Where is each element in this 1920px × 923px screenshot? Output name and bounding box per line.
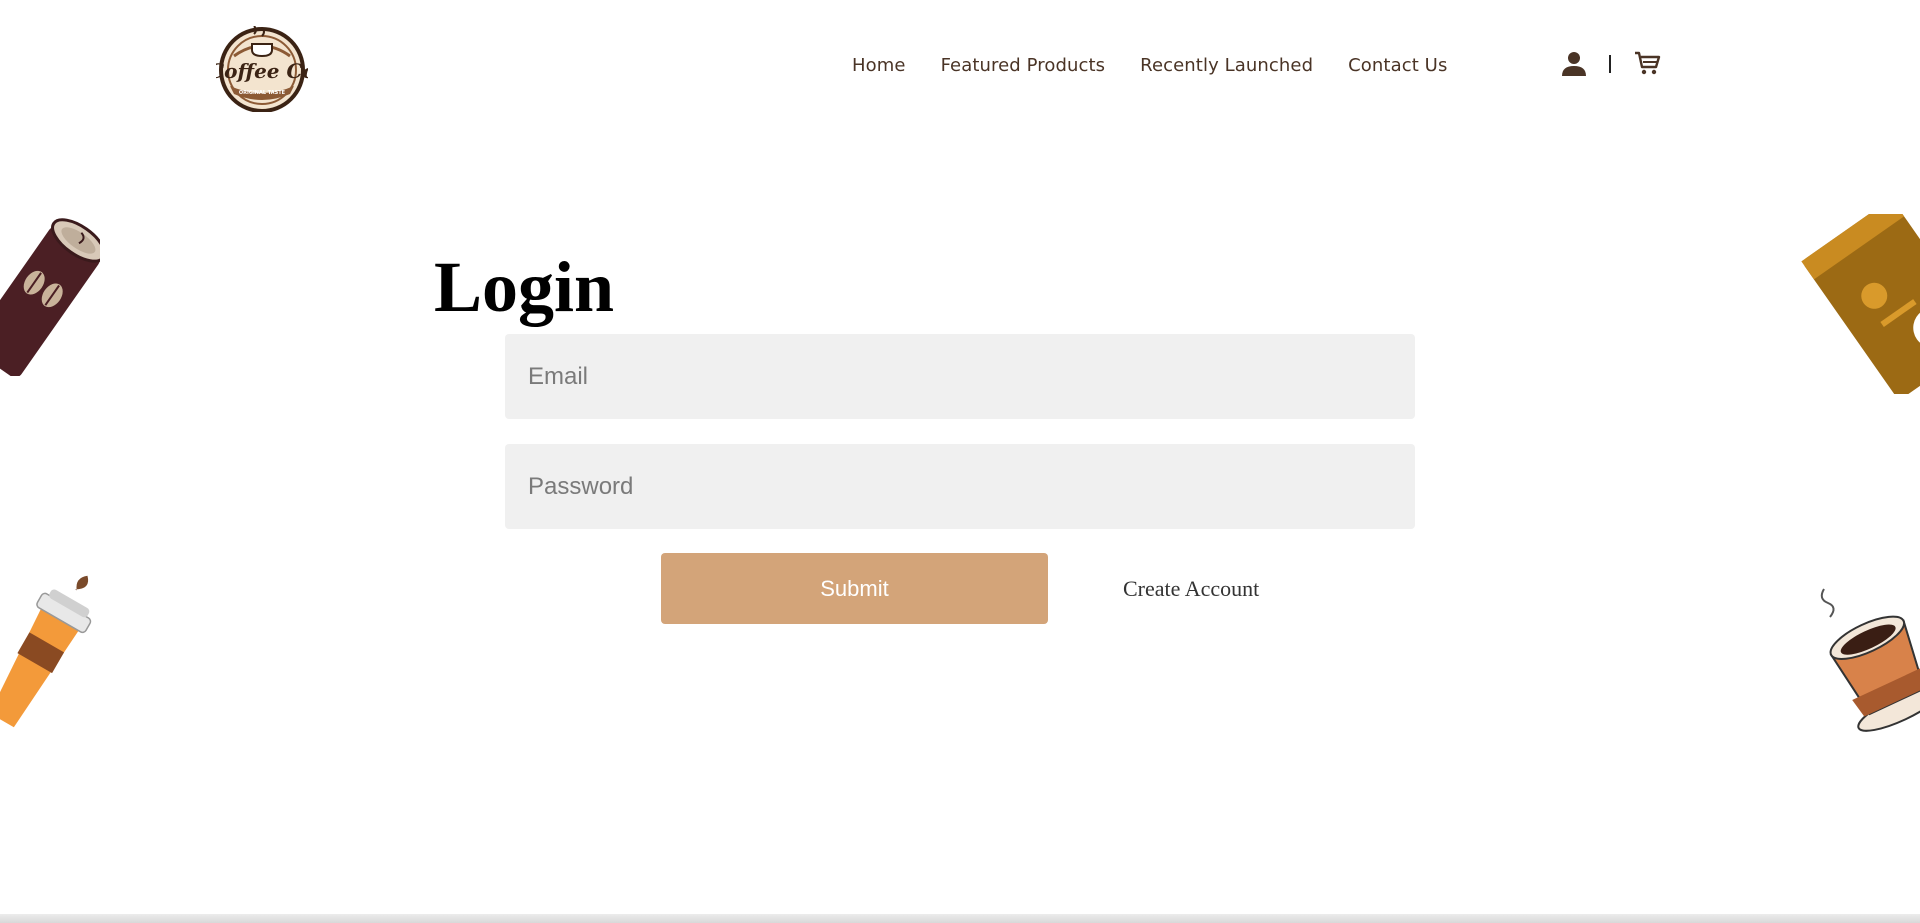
nav-home[interactable]: Home	[852, 55, 906, 76]
nav-contact-us[interactable]: Contact Us	[1348, 55, 1447, 76]
logo-tagline: ORIGINAL TASTE	[239, 90, 286, 96]
header-divider	[1609, 55, 1611, 73]
nav-featured-products[interactable]: Featured Products	[941, 55, 1106, 76]
logo-text: Coffee Co	[216, 59, 308, 83]
coffee-cup-illustration	[1820, 588, 1920, 732]
cart-icon[interactable]	[1632, 48, 1662, 78]
takeaway-cup-illustration	[0, 575, 92, 728]
password-field[interactable]	[505, 444, 1415, 529]
nav-recently-launched[interactable]: Recently Launched	[1140, 55, 1313, 76]
brand-logo[interactable]: Coffee Co ORIGINAL TASTE	[216, 26, 308, 112]
page-title: Login	[434, 247, 615, 327]
email-field[interactable]	[505, 334, 1415, 419]
bottom-bar	[0, 914, 1920, 923]
coffee-bag-illustration	[1801, 214, 1920, 394]
login-page: Coffee Co ORIGINAL TASTE Home Featured P…	[0, 0, 1920, 923]
user-icon[interactable]	[1561, 50, 1587, 78]
main-nav: Home Featured Products Recently Launched…	[852, 55, 1482, 76]
create-account-link[interactable]: Create Account	[1123, 576, 1259, 602]
submit-button[interactable]: Submit	[661, 553, 1048, 624]
coffee-can-illustration	[0, 218, 100, 376]
